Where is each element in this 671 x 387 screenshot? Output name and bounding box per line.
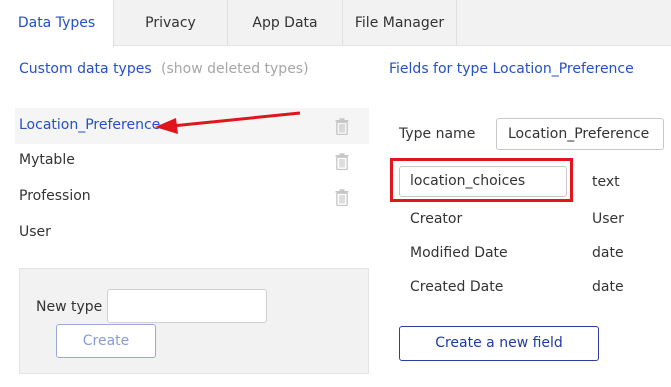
tab-privacy[interactable]: Privacy [114,0,228,46]
trash-icon[interactable] [335,118,349,136]
tab-app-data[interactable]: App Data [228,0,343,46]
tab-file-manager[interactable]: File Manager [343,0,457,46]
new-type-input[interactable] [107,289,267,323]
field-name[interactable]: Created Date [410,279,503,295]
field-name[interactable]: Creator [410,211,462,227]
tab-bar: Data Types Privacy App Data File Manager [0,0,671,47]
type-item-mytable[interactable]: Mytable [19,143,369,179]
type-item-label: Mytable [19,152,75,168]
show-deleted-types-link[interactable]: (show deleted types) [161,61,309,77]
type-item-profession[interactable]: Profession [19,179,369,215]
trash-icon[interactable] [335,189,349,207]
field-type: date [592,245,624,261]
field-name-input[interactable]: location_choices [399,166,567,197]
new-type-panel: New type Create [19,268,369,374]
red-arrow-icon [155,111,301,134]
create-button[interactable]: Create [56,324,156,358]
field-name[interactable]: Modified Date [410,245,508,261]
custom-data-types-heading: Custom data types [19,61,152,77]
type-item-label: Location_Preference [19,117,161,133]
type-item-label: User [19,224,51,240]
field-type: User [592,211,624,227]
trash-icon[interactable] [335,153,349,171]
tab-data-types[interactable]: Data Types [0,0,114,47]
create-new-field-button[interactable]: Create a new field [399,326,599,361]
type-item-label: Profession [19,188,91,204]
type-item-user[interactable]: User [19,215,369,251]
new-type-label: New type [36,299,103,315]
fields-heading: Fields for type Location_Preference [389,61,634,77]
type-name-label: Type name [399,126,476,142]
field-type: date [592,279,624,295]
type-name-input[interactable]: Location_Preference [496,118,664,150]
field-type: text [592,174,620,190]
